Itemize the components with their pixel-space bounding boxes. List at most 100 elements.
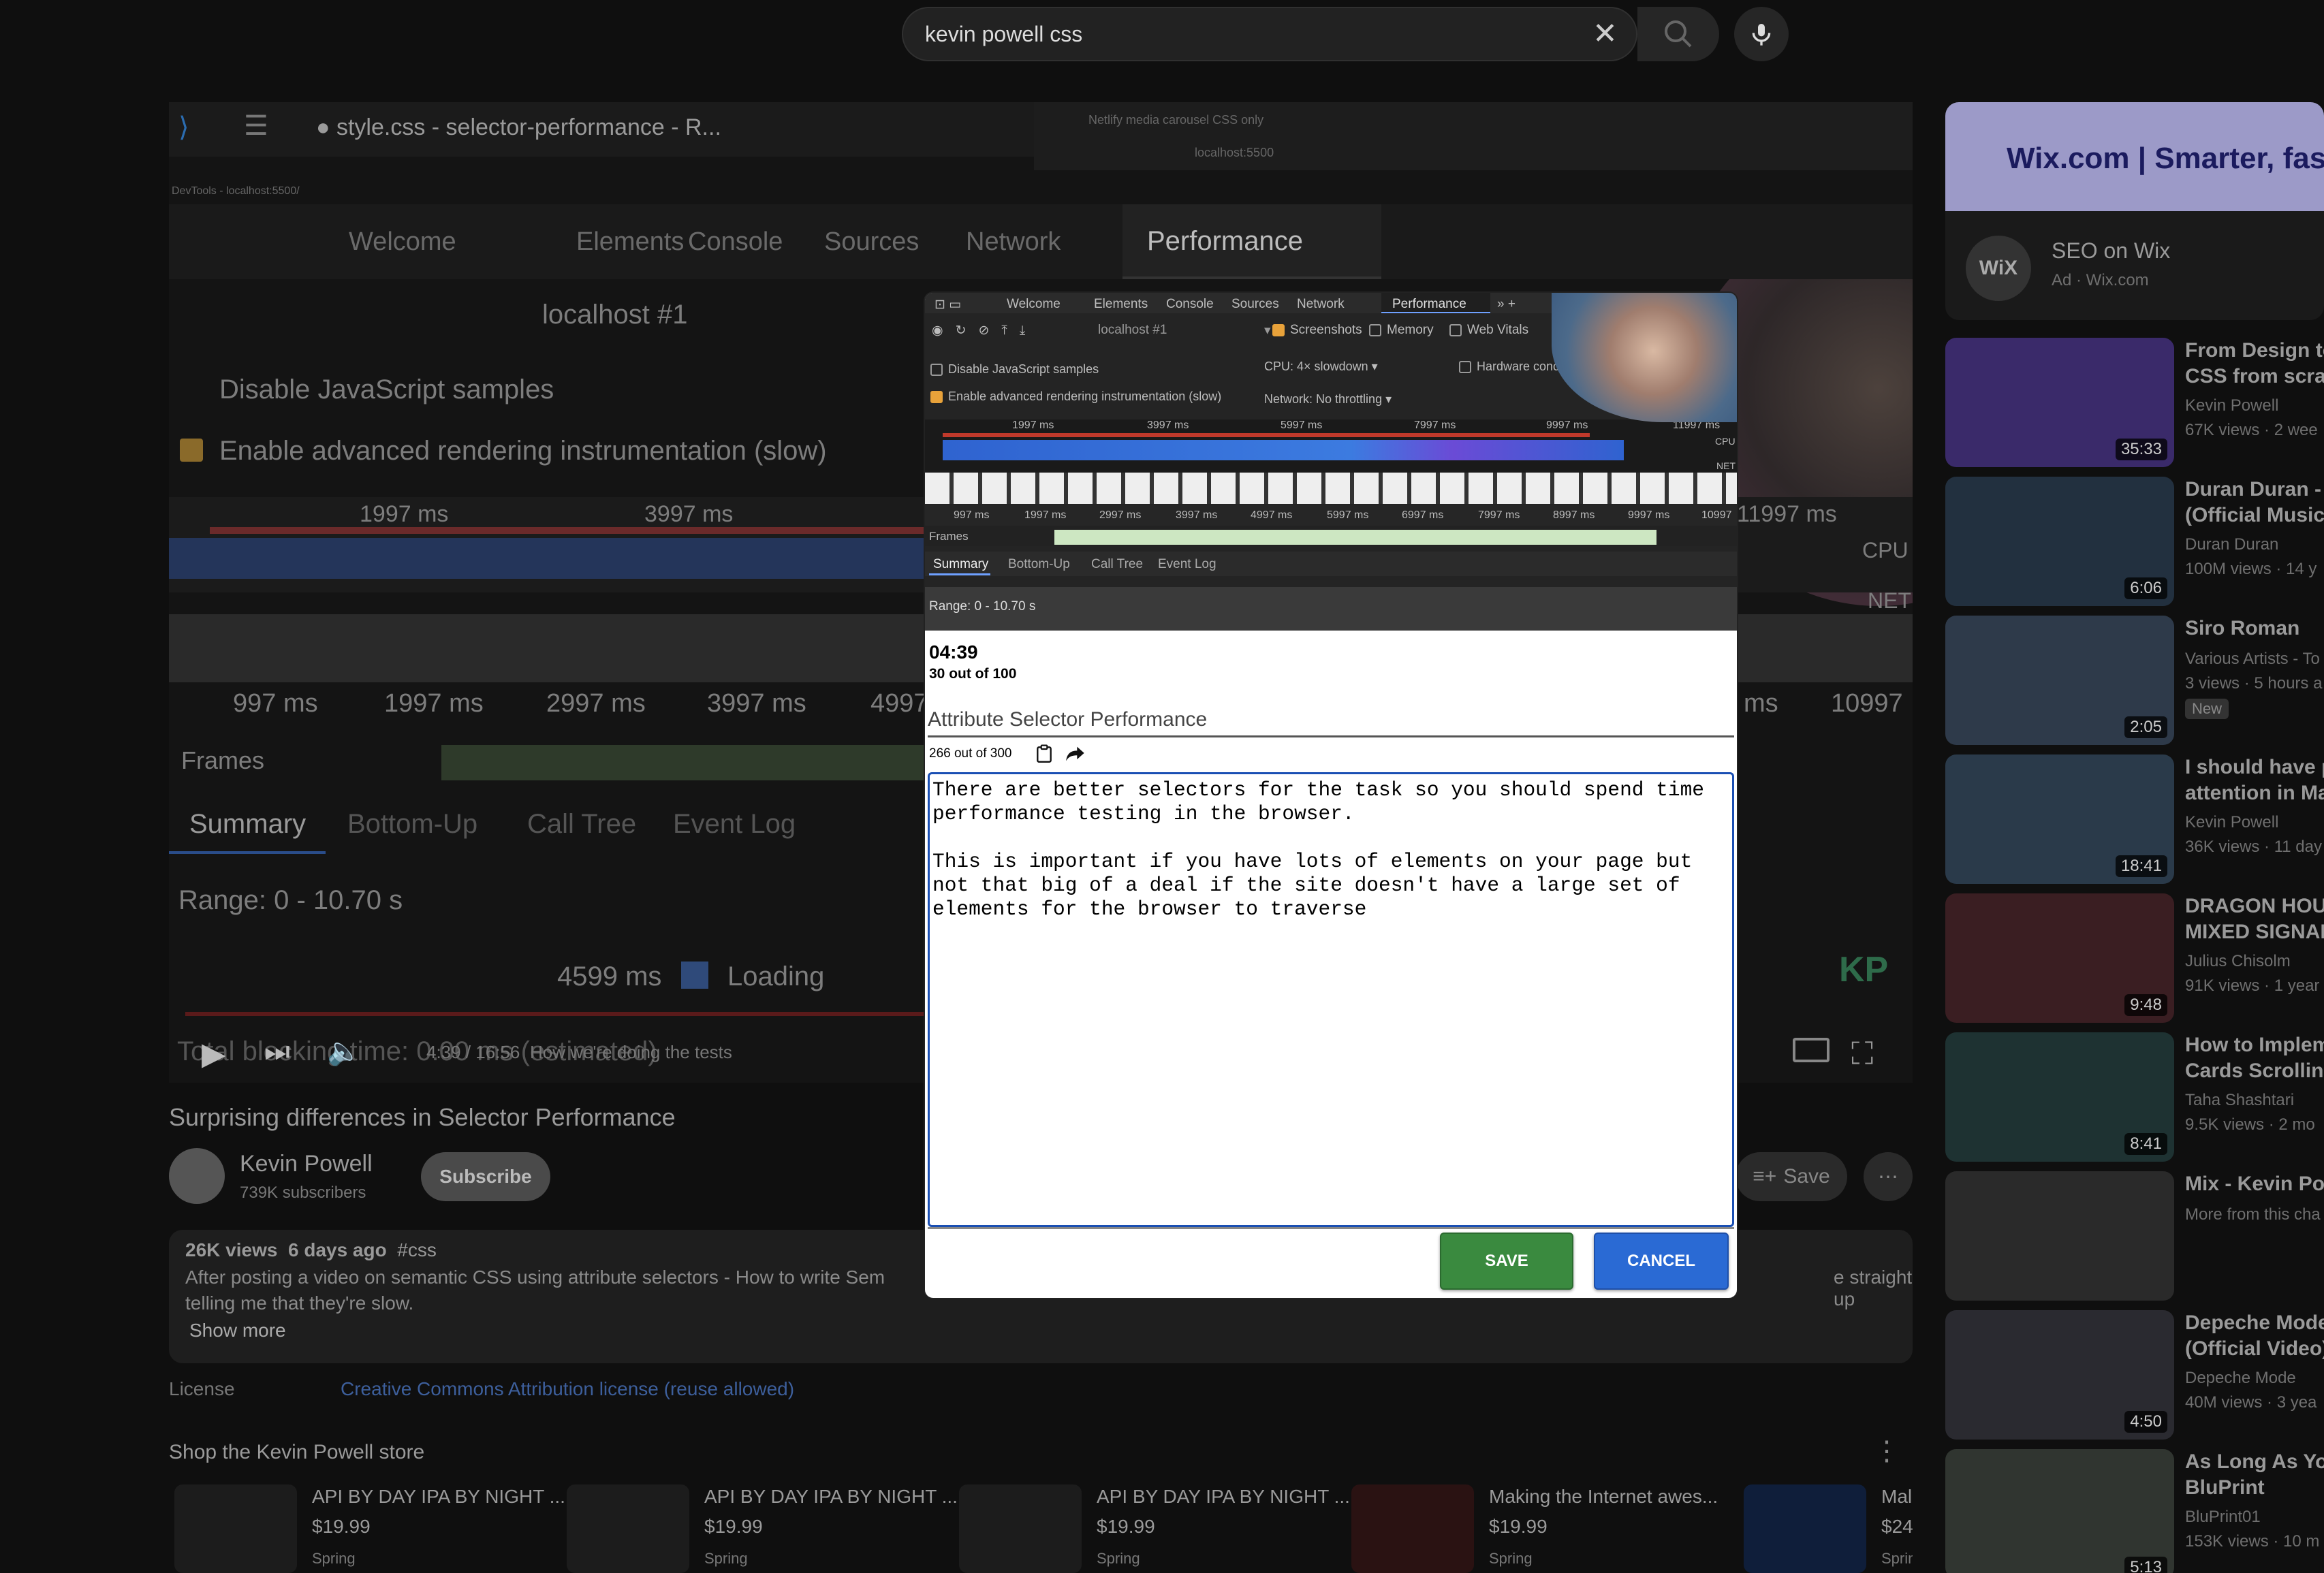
search-input[interactable]: kevin powell css xyxy=(925,22,1082,47)
tab-welcome: Welcome xyxy=(349,227,456,256)
disable-js-checkbox xyxy=(930,364,943,377)
cancel-button[interactable]: CANCEL xyxy=(1594,1233,1729,1290)
recommended-video[interactable]: Mix - Kevin Powe More from this cha xyxy=(1945,1171,2324,1301)
save-to-playlist-button[interactable]: ≡+ Save xyxy=(1736,1152,1847,1201)
subscriber-count: 739K subscribers xyxy=(240,1183,366,1202)
range-label: Range: 0 - 10.70 s xyxy=(929,599,1036,614)
screenshot-filmstrip xyxy=(925,473,1737,504)
store-more-icon[interactable]: ⋮ xyxy=(1873,1435,1900,1467)
tick-1: 997 ms xyxy=(954,509,990,521)
web-vitals-label: Web Vitals xyxy=(1467,323,1529,337)
product-image xyxy=(567,1484,689,1573)
rec-title-line-1: From Design to C xyxy=(2185,339,2324,362)
save-button[interactable]: SAVE xyxy=(1440,1233,1573,1290)
presenter-camera xyxy=(1552,293,1737,422)
play-icon[interactable]: ▶ xyxy=(202,1035,225,1072)
product-name: API BY DAY IPA BY NIGHT ... xyxy=(312,1486,565,1507)
license-link[interactable]: Creative Commons Attribution license (re… xyxy=(341,1378,794,1400)
answer-textarea[interactable]: There are better selectors for the task … xyxy=(928,772,1734,1227)
rec-channel: Kevin Powell xyxy=(2185,813,2279,831)
web-vitals-option: Web Vitals xyxy=(1449,323,1528,338)
memory-label: Memory xyxy=(1387,323,1434,337)
store-title: Shop the Kevin Powell store xyxy=(169,1441,425,1463)
progress-bar[interactable] xyxy=(185,1012,1030,1016)
tab-network: Network xyxy=(966,227,1061,256)
duration-badge: 6:06 xyxy=(2124,577,2167,599)
recommended-video[interactable]: 9:48 DRAGON HOUSE MIXED SIGNALS Julius Ch… xyxy=(1945,893,2324,1023)
clipboard-button[interactable] xyxy=(1034,744,1054,764)
summary-tab: Summary xyxy=(189,809,307,839)
rec-title-line-2: MIXED SIGNALS xyxy=(2185,921,2324,943)
store-item[interactable]: API BY DAY IPA BY NIGHT ... $19.99 Sprin… xyxy=(567,1484,958,1573)
video-thumbnail: 18:41 xyxy=(1945,754,2174,884)
rec-title-line-2: attention in Math xyxy=(2185,782,2324,804)
playlist-add-icon: ≡+ xyxy=(1753,1165,1777,1188)
recommended-video[interactable]: 5:13 As Long As You BluPrint BluPrint01 1… xyxy=(1945,1449,2324,1573)
tab-console: Console xyxy=(688,227,783,256)
duration-badge: 5:13 xyxy=(2124,1557,2167,1573)
fullscreen-icon[interactable]: ⛶ xyxy=(1851,1035,1873,1073)
recommended-video[interactable]: 4:50 Depeche Mode - (Official Video) Depe… xyxy=(1945,1310,2324,1440)
rec-channel: Julius Chisolm xyxy=(2185,952,2291,970)
rec-title-line-1: Mix - Kevin Powe xyxy=(2185,1173,2324,1195)
hashtag[interactable]: #css xyxy=(397,1239,437,1260)
rec-views: 100M views · 14 y xyxy=(2185,560,2317,578)
voice-search-button[interactable] xyxy=(1734,7,1789,61)
duration-badge: 9:48 xyxy=(2124,994,2167,1016)
question-title: Attribute Selector Performance xyxy=(928,708,1734,737)
rec-views: 153K views · 10 m xyxy=(2185,1532,2320,1551)
summary-tab-underline xyxy=(169,851,326,854)
recommended-video[interactable]: 18:41 I should have paattention in Math … xyxy=(1945,754,2324,884)
tick-top-5: 9997 ms xyxy=(1546,419,1588,431)
share-button[interactable] xyxy=(1065,744,1086,764)
browser-url: localhost:5500 xyxy=(1195,146,1274,159)
show-more-link[interactable]: Show more xyxy=(189,1320,286,1341)
rec-views: 91K views · 1 year xyxy=(2185,976,2320,995)
more-tabs-icon: » + xyxy=(1497,297,1516,311)
recommended-video[interactable]: 2:05 Siro Roman Various Artists - To 3 v… xyxy=(1945,616,2324,745)
tick-2: 1997 ms xyxy=(1024,509,1067,521)
clear-search-icon[interactable]: ✕ xyxy=(1592,16,1618,51)
chapter-title[interactable]: How we're doing the tests xyxy=(530,1042,732,1063)
disable-js-label: Disable JavaScript samples xyxy=(219,375,554,404)
tab-elements: Elements xyxy=(576,227,685,256)
rec-title: How to Impleme Cards Scrolling E xyxy=(2185,1032,2324,1084)
rec-channel: Depeche Mode xyxy=(2185,1369,2296,1387)
search-button[interactable] xyxy=(1637,7,1719,61)
avatar[interactable] xyxy=(169,1148,225,1204)
rec-title: DRAGON HOUSE MIXED SIGNALS xyxy=(2185,893,2324,945)
channel-name[interactable]: Kevin Powell xyxy=(240,1151,373,1177)
tick-11: 10997 xyxy=(1701,509,1732,521)
theater-icon[interactable] xyxy=(1793,1038,1830,1062)
store-item[interactable]: Mal $24 Spring xyxy=(1744,1484,1913,1573)
clipboard-icon xyxy=(1037,744,1052,763)
tick-top-3: 11997 ms xyxy=(1737,501,1837,527)
tick-10: 9997 ms xyxy=(1628,509,1670,521)
overview-track: 1997 ms 3997 ms 5997 ms 7997 ms 9997 ms … xyxy=(925,419,1737,481)
enable-adv-label: Enable advanced rendering instrumentatio… xyxy=(219,436,827,466)
store-item[interactable]: API BY DAY IPA BY NIGHT ... $19.99 Sprin… xyxy=(174,1484,565,1573)
subscribe-button[interactable]: Subscribe xyxy=(421,1152,550,1201)
sidebar-ad[interactable]: Wix.com | Smarter, fast WiX SEO on Wix A… xyxy=(1945,102,2324,320)
recommended-video[interactable]: 8:41 How to Impleme Cards Scrolling E Tah… xyxy=(1945,1032,2324,1162)
view-count: 26K views xyxy=(185,1239,278,1260)
recommended-video[interactable]: 6:06 Duran Duran - Sa (Official Music V D… xyxy=(1945,477,2324,606)
search-box[interactable]: kevin powell css ✕ xyxy=(902,7,1637,61)
store-item[interactable]: Making the Internet awes... $19.99 Sprin… xyxy=(1351,1484,1733,1573)
cpu-label: CPU xyxy=(1715,436,1736,447)
desc-link[interactable]: How to write Sem xyxy=(736,1267,885,1288)
volume-icon[interactable]: 🔈 xyxy=(327,1035,361,1067)
loading-ms: 4599 ms xyxy=(557,962,662,991)
product-price: $19.99 xyxy=(1097,1516,1155,1537)
next-icon[interactable]: ⏭ xyxy=(264,1035,290,1068)
recommended-video[interactable]: 35:33 From Design to C CSS from scratc Ke… xyxy=(1945,338,2324,467)
more-actions-button[interactable]: ⋯ xyxy=(1864,1152,1913,1201)
video-thumbnail: 5:13 xyxy=(1945,1449,2174,1573)
devtools-tabbar: Welcome Elements Console Sources Network… xyxy=(169,204,1913,279)
enable-adv-checkbox xyxy=(930,391,943,404)
store-item[interactable]: API BY DAY IPA BY NIGHT ... $19.99 Sprin… xyxy=(959,1484,1350,1573)
rec-title: I should have pa attention in Math xyxy=(2185,754,2324,806)
video-thumbnail: 9:48 xyxy=(1945,893,2174,1023)
product-source: Spring xyxy=(1881,1550,1913,1567)
tick-7: 10997 xyxy=(1831,689,1903,718)
